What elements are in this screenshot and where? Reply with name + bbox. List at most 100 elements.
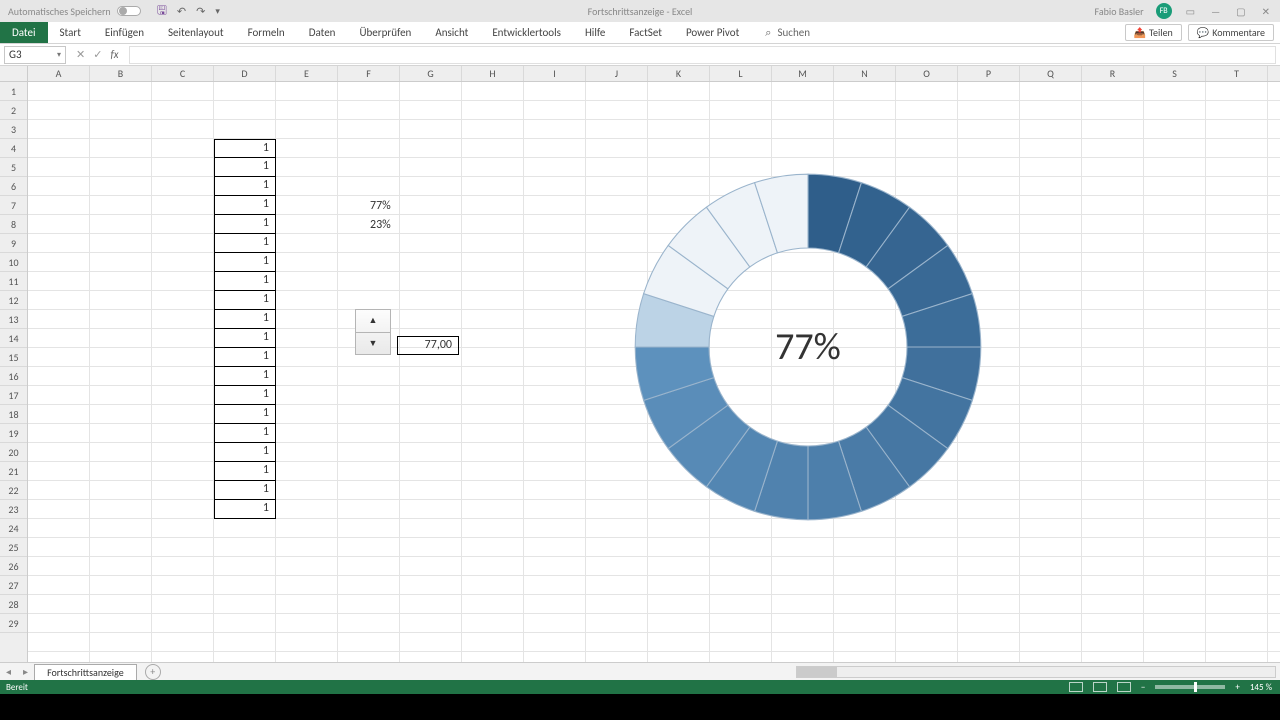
data-cell[interactable]: 1	[214, 348, 276, 367]
data-cell[interactable]: 1	[214, 367, 276, 386]
data-cell[interactable]: 1	[214, 386, 276, 405]
spinner-value-cell[interactable]: 77,00	[397, 336, 459, 355]
data-cell[interactable]: 1	[214, 253, 276, 272]
data-cell[interactable]: 1	[214, 291, 276, 310]
data-cell[interactable]: 1	[214, 234, 276, 253]
row-header[interactable]: 19	[0, 424, 27, 443]
cells-area[interactable]: 11111111111111111111 77% 23% ▲ ▼ 77,00 7…	[28, 82, 1280, 662]
col-header[interactable]: F	[338, 66, 400, 81]
row-header[interactable]: 14	[0, 329, 27, 348]
spinner-up-icon[interactable]: ▲	[356, 310, 390, 333]
search-input[interactable]: ⌕ Suchen	[765, 22, 810, 43]
tab-ueberpruefen[interactable]: Überprüfen	[347, 22, 423, 43]
tab-ansicht[interactable]: Ansicht	[423, 22, 480, 43]
data-cell[interactable]: 1	[214, 481, 276, 500]
view-normal-icon[interactable]	[1069, 682, 1083, 692]
zoom-out-icon[interactable]: −	[1141, 682, 1145, 693]
row-header[interactable]: 3	[0, 120, 27, 139]
row-header[interactable]: 13	[0, 310, 27, 329]
row-header[interactable]: 18	[0, 405, 27, 424]
fx-icon[interactable]: fx	[110, 48, 118, 61]
tab-nav-next-icon[interactable]: ▸	[17, 665, 34, 678]
data-cell[interactable]: 1	[214, 405, 276, 424]
comments-button[interactable]: 💬Kommentare	[1188, 24, 1274, 41]
col-header[interactable]: A	[28, 66, 90, 81]
row-header[interactable]: 15	[0, 348, 27, 367]
view-pagelayout-icon[interactable]	[1093, 682, 1107, 692]
zoom-slider[interactable]	[1155, 685, 1225, 689]
cell-percent-remaining[interactable]: 23%	[370, 218, 391, 232]
donut-chart[interactable]: 77%	[628, 167, 988, 527]
col-header[interactable]: S	[1144, 66, 1206, 81]
tab-seitenlayout[interactable]: Seitenlayout	[156, 22, 236, 43]
data-cell[interactable]: 1	[214, 158, 276, 177]
col-header[interactable]: K	[648, 66, 710, 81]
sheet-tab[interactable]: Fortschrittsanzeige	[34, 664, 137, 680]
row-header[interactable]: 26	[0, 557, 27, 576]
col-header[interactable]: L	[710, 66, 772, 81]
col-header[interactable]: Q	[1020, 66, 1082, 81]
data-cell[interactable]: 1	[214, 424, 276, 443]
tab-formeln[interactable]: Formeln	[236, 22, 297, 43]
data-cell[interactable]: 1	[214, 196, 276, 215]
horizontal-scrollbar[interactable]	[796, 666, 1276, 678]
tab-daten[interactable]: Daten	[297, 22, 348, 43]
data-cell[interactable]: 1	[214, 310, 276, 329]
redo-icon[interactable]: ↷	[196, 5, 205, 18]
row-header[interactable]: 4	[0, 139, 27, 158]
row-header[interactable]: 12	[0, 291, 27, 310]
data-cell[interactable]: 1	[214, 462, 276, 481]
row-header[interactable]: 5	[0, 158, 27, 177]
col-header[interactable]: T	[1206, 66, 1268, 81]
row-header[interactable]: 20	[0, 443, 27, 462]
data-cell[interactable]: 1	[214, 177, 276, 196]
close-icon[interactable]: ✕	[1260, 5, 1272, 18]
maximize-icon[interactable]: ▢	[1234, 5, 1247, 18]
col-header[interactable]: H	[462, 66, 524, 81]
tab-factset[interactable]: FactSet	[617, 22, 674, 43]
col-header[interactable]: I	[524, 66, 586, 81]
cancel-formula-icon[interactable]: ✕	[76, 48, 85, 61]
row-header[interactable]: 16	[0, 367, 27, 386]
row-header[interactable]: 17	[0, 386, 27, 405]
avatar[interactable]: FB	[1156, 3, 1172, 19]
zoom-level[interactable]: 145 %	[1250, 682, 1272, 693]
row-header[interactable]: 11	[0, 272, 27, 291]
data-cell[interactable]: 1	[214, 443, 276, 462]
row-header[interactable]: 21	[0, 462, 27, 481]
cell-percent-filled[interactable]: 77%	[370, 199, 391, 213]
data-cell[interactable]: 1	[214, 272, 276, 291]
col-header[interactable]: R	[1082, 66, 1144, 81]
name-box[interactable]: G3▾	[4, 46, 66, 64]
tab-hilfe[interactable]: Hilfe	[573, 22, 617, 43]
zoom-in-icon[interactable]: +	[1235, 682, 1239, 693]
col-header[interactable]: D	[214, 66, 276, 81]
autosave-toggle[interactable]	[117, 6, 141, 16]
data-cell[interactable]: 1	[214, 215, 276, 234]
row-header[interactable]: 6	[0, 177, 27, 196]
share-button[interactable]: 📤Teilen	[1125, 24, 1182, 41]
save-icon[interactable]: 🖫	[157, 1, 167, 22]
col-header[interactable]: J	[586, 66, 648, 81]
col-header[interactable]: P	[958, 66, 1020, 81]
col-header[interactable]: O	[896, 66, 958, 81]
row-header[interactable]: 29	[0, 614, 27, 633]
row-header[interactable]: 28	[0, 595, 27, 614]
minimize-icon[interactable]: —	[1209, 5, 1222, 18]
row-header[interactable]: 23	[0, 500, 27, 519]
row-header[interactable]: 27	[0, 576, 27, 595]
row-header[interactable]: 25	[0, 538, 27, 557]
tab-nav-prev-icon[interactable]: ◂	[0, 665, 17, 678]
undo-icon[interactable]: ↶	[177, 5, 186, 18]
tab-powerpivot[interactable]: Power Pivot	[674, 22, 751, 43]
row-header[interactable]: 10	[0, 253, 27, 272]
formula-bar[interactable]	[129, 46, 1276, 64]
col-header[interactable]: E	[276, 66, 338, 81]
tab-datei[interactable]: Datei	[0, 22, 48, 43]
tab-start[interactable]: Start	[48, 22, 93, 43]
view-pagebreak-icon[interactable]	[1117, 682, 1131, 692]
col-header[interactable]: N	[834, 66, 896, 81]
col-header[interactable]: M	[772, 66, 834, 81]
select-all-corner[interactable]	[0, 66, 28, 81]
spinner-down-icon[interactable]: ▼	[356, 333, 390, 355]
